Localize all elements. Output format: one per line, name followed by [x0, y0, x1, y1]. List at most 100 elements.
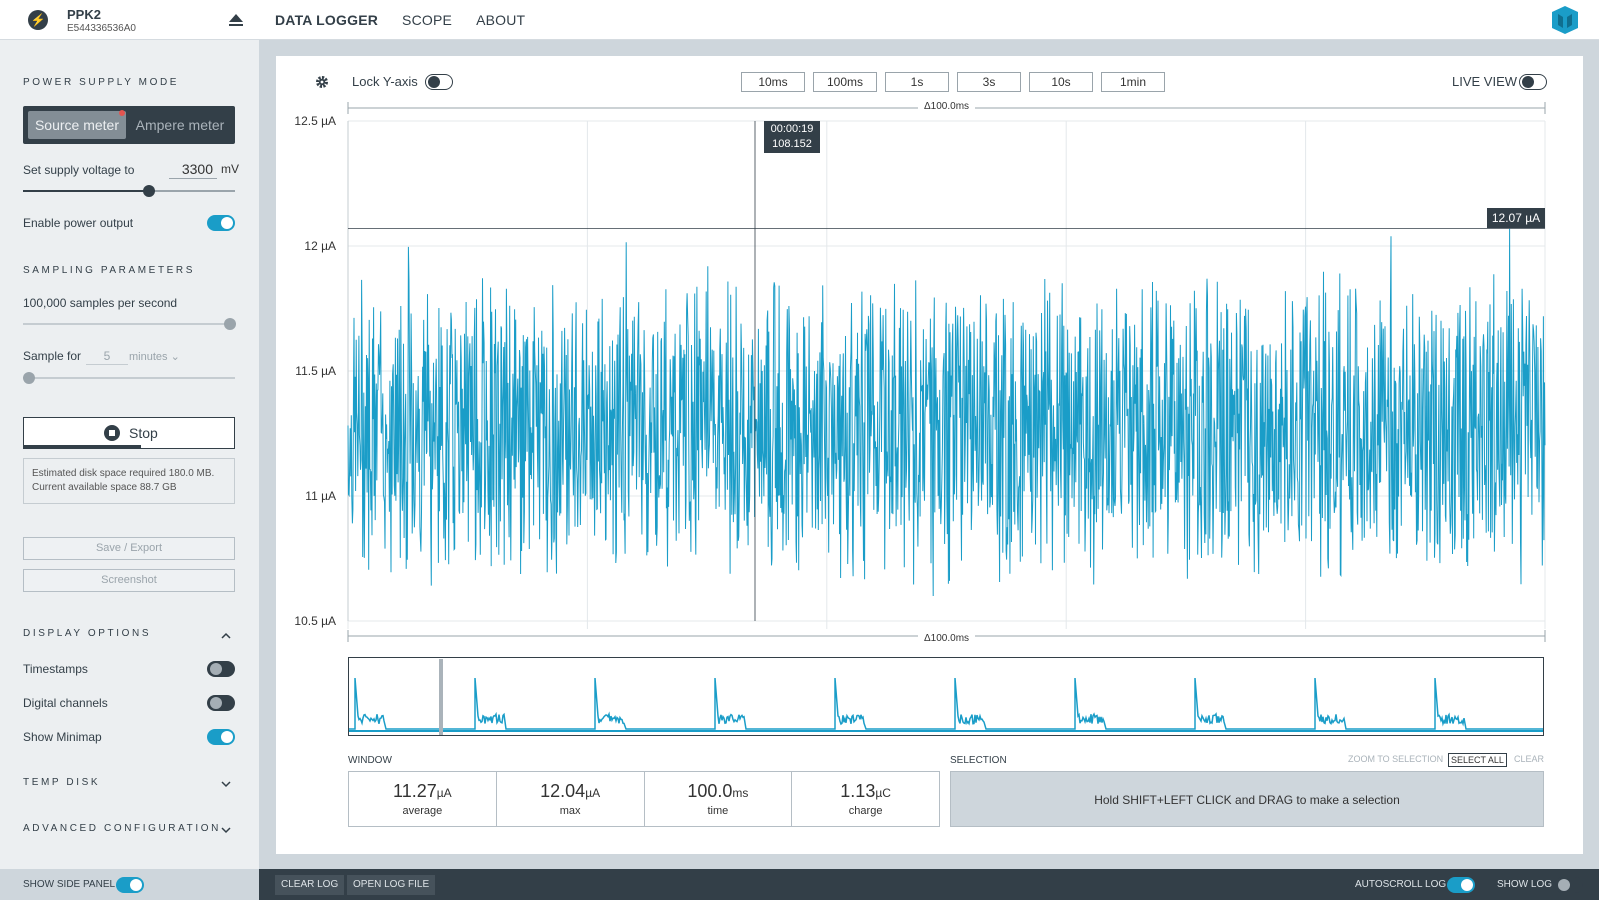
display-options-title[interactable]: DISPLAY OPTIONS [23, 628, 151, 639]
enable-power-toggle[interactable] [207, 215, 235, 231]
tab-scope[interactable]: SCOPE [402, 12, 452, 28]
digital-channels-label: Digital channels [23, 696, 108, 710]
power-mode-switch: Source meter Ampere meter [23, 106, 235, 144]
stop-button[interactable]: Stop [23, 417, 235, 449]
show-log-toggle[interactable] [1555, 877, 1583, 893]
clear-log-button[interactable]: CLEAR LOG [275, 875, 345, 895]
voltage-slider-fill [23, 190, 149, 192]
disk-space-info: Estimated disk space required 180.0 MB. … [23, 458, 235, 504]
autoscroll-log-toggle[interactable] [1447, 877, 1475, 893]
save-export-button[interactable]: Save / Export [23, 537, 235, 560]
minimap-window-indicator[interactable] [439, 659, 443, 735]
zoom-to-selection-button[interactable]: ZOOM TO SELECTION [1346, 753, 1445, 765]
stat-unit: µC [875, 786, 891, 800]
max-marker-label: 12.07 µA [1487, 208, 1545, 228]
cursor-time: 00:00:19 [770, 123, 814, 135]
voltage-input[interactable]: 3300 [169, 159, 217, 179]
stat-value: 100.0 [687, 781, 733, 801]
selection-hint[interactable]: Hold SHIFT+LEFT CLICK and DRAG to make a… [950, 771, 1544, 827]
sampling-progress-bar [24, 445, 141, 448]
device-name[interactable]: PPK2 [67, 7, 101, 22]
live-view-label: LIVE VIEW [1452, 74, 1518, 89]
y-tick-label: 12 µA [304, 239, 336, 253]
current-chart[interactable] [276, 96, 1566, 656]
stat-max: 12.04µA max [497, 772, 645, 826]
delta-time-bottom: Δ100.0ms [918, 633, 976, 644]
sample-for-input[interactable]: 5 [86, 348, 128, 365]
stat-time: 100.0ms time [645, 772, 793, 826]
clear-selection-button[interactable]: CLEAR [1512, 753, 1546, 765]
sample-unit-dropdown[interactable]: minutes ⌄ [129, 350, 180, 363]
window-1s-button[interactable]: 1s [885, 72, 949, 92]
minimap-chart [349, 677, 1543, 732]
stat-charge: 1.13µC charge [792, 772, 939, 826]
bottom-bar: SHOW SIDE PANEL CLEAR LOG OPEN LOG FILE … [0, 869, 1599, 900]
window-stats: 11.27µA average 12.04µA max 100.0ms time… [348, 771, 940, 827]
nordic-logo-icon [1552, 6, 1578, 34]
stat-name: average [402, 805, 443, 817]
show-minimap-toggle[interactable] [207, 729, 235, 745]
sample-rate-slider-track[interactable] [23, 323, 229, 325]
stat-value: 11.27 [393, 781, 437, 801]
advanced-configuration-title[interactable]: ADVANCED CONFIGURATION [23, 823, 221, 834]
open-log-file-button[interactable]: OPEN LOG FILE [347, 875, 436, 895]
source-meter-button[interactable]: Source meter [28, 111, 126, 139]
stat-value: 12.04 [540, 781, 586, 801]
select-all-button[interactable]: SELECT ALL [1448, 753, 1507, 767]
y-tick-label: 10.5 µA [294, 614, 336, 628]
window-3s-button[interactable]: 3s [957, 72, 1021, 92]
sample-duration-slider-handle[interactable] [23, 372, 35, 384]
minimap-trace [349, 677, 1543, 730]
sample-rate-slider-handle[interactable] [224, 318, 236, 330]
sample-duration-slider-track[interactable] [23, 377, 235, 379]
cursor-value: 108.152 [772, 138, 812, 150]
stat-average: 11.27µA average [349, 772, 497, 826]
sampling-parameters-title: SAMPLING PARAMETERS [23, 265, 196, 276]
stat-unit: ms [732, 786, 749, 800]
screenshot-button[interactable]: Screenshot [23, 569, 235, 592]
selection-stats-title: SELECTION [950, 755, 1007, 766]
stat-unit: µA [436, 786, 452, 800]
ampere-meter-button[interactable]: Ampere meter [129, 111, 231, 139]
chevron-down-icon[interactable] [221, 779, 231, 789]
voltage-slider-handle[interactable] [143, 185, 155, 197]
main-nav: DATA LOGGER SCOPE ABOUT [275, 12, 525, 28]
window-1min-button[interactable]: 1min [1101, 72, 1165, 92]
tab-about[interactable]: ABOUT [476, 12, 525, 28]
live-view-toggle[interactable] [1519, 74, 1547, 90]
gear-icon[interactable] [315, 75, 329, 89]
digital-channels-toggle[interactable] [207, 695, 235, 711]
window-100ms-button[interactable]: 100ms [813, 72, 877, 92]
chevron-up-icon[interactable] [221, 631, 231, 641]
window-stats-title: WINDOW [348, 755, 392, 766]
lightning-icon[interactable]: ⚡ [28, 10, 48, 30]
show-side-panel-toggle[interactable] [116, 877, 144, 893]
lock-y-axis-toggle[interactable] [425, 74, 453, 90]
current-trace [347, 228, 1546, 597]
disk-required-text: Estimated disk space required 180.0 MB. [32, 468, 215, 479]
minimap[interactable] [348, 657, 1544, 736]
y-tick-label: 11 µA [305, 489, 336, 503]
stat-name: charge [848, 805, 883, 817]
y-tick-label: 11.5 µA [295, 364, 336, 378]
sample-unit-label: minutes [129, 351, 168, 363]
chart-series [347, 228, 1546, 597]
stat-unit: µA [585, 786, 601, 800]
timestamps-label: Timestamps [23, 662, 88, 676]
eject-icon[interactable] [228, 12, 244, 28]
enable-power-label: Enable power output [23, 216, 134, 230]
stat-name: max [559, 805, 581, 817]
stop-label: Stop [129, 425, 158, 441]
device-serial: E544336536A0 [67, 23, 136, 34]
power-supply-mode-title: POWER SUPPLY MODE [23, 77, 180, 88]
show-minimap-label: Show Minimap [23, 730, 102, 744]
autoscroll-log-label: AUTOSCROLL LOG [1355, 879, 1447, 890]
temp-disk-title[interactable]: TEMP DISK [23, 777, 100, 788]
tab-data-logger[interactable]: DATA LOGGER [275, 12, 378, 28]
voltage-unit: mV [221, 162, 239, 176]
window-10ms-button[interactable]: 10ms [741, 72, 805, 92]
y-tick-label: 12.5 µA [294, 114, 336, 128]
timestamps-toggle[interactable] [207, 661, 235, 677]
chevron-down-icon[interactable] [221, 825, 231, 835]
window-10s-button[interactable]: 10s [1029, 72, 1093, 92]
